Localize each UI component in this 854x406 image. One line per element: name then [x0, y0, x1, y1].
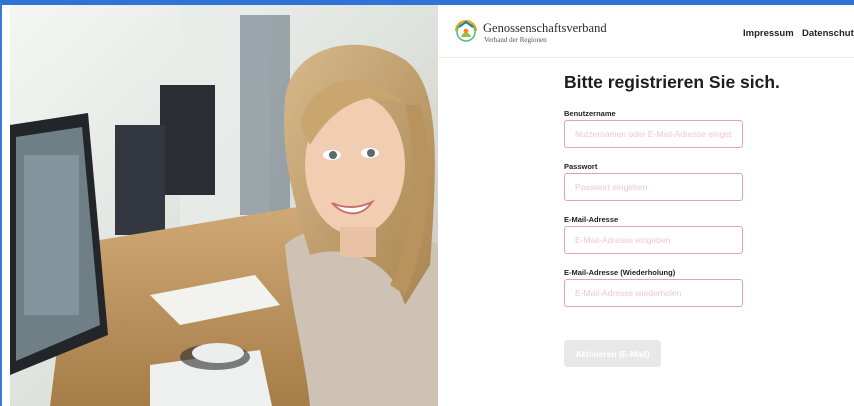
nav-datenschutz-link[interactable]: Datenschutz [802, 28, 854, 39]
brand-name: Genossenschaftsverband [483, 21, 607, 35]
email-repeat-label: E-Mail-Adresse (Wiederholung) [564, 268, 676, 277]
genossenschaftsverband-logo-icon [455, 20, 477, 42]
password-input[interactable] [564, 173, 743, 201]
hero-photo [10, 5, 438, 406]
registration-form: Bitte registrieren Sie sich. Benutzernam… [564, 72, 780, 367]
username-label: Benutzername [564, 109, 616, 118]
hero-photo-illustration [10, 5, 438, 406]
email-label: E-Mail-Adresse [564, 215, 619, 224]
email-repeat-input[interactable] [564, 279, 743, 307]
password-label: Passwort [564, 162, 598, 171]
username-input[interactable] [564, 120, 743, 148]
nav-impressum-link[interactable]: Impressum [743, 28, 794, 39]
activate-email-button[interactable]: Aktivieren (E-Mail) [564, 340, 661, 367]
site-header: Genossenschaftsverband Verband der Regio… [438, 5, 854, 58]
email-input[interactable] [564, 226, 743, 254]
page-title: Bitte registrieren Sie sich. [564, 72, 780, 92]
brand-subtitle: Verband der Regionen [484, 36, 547, 44]
